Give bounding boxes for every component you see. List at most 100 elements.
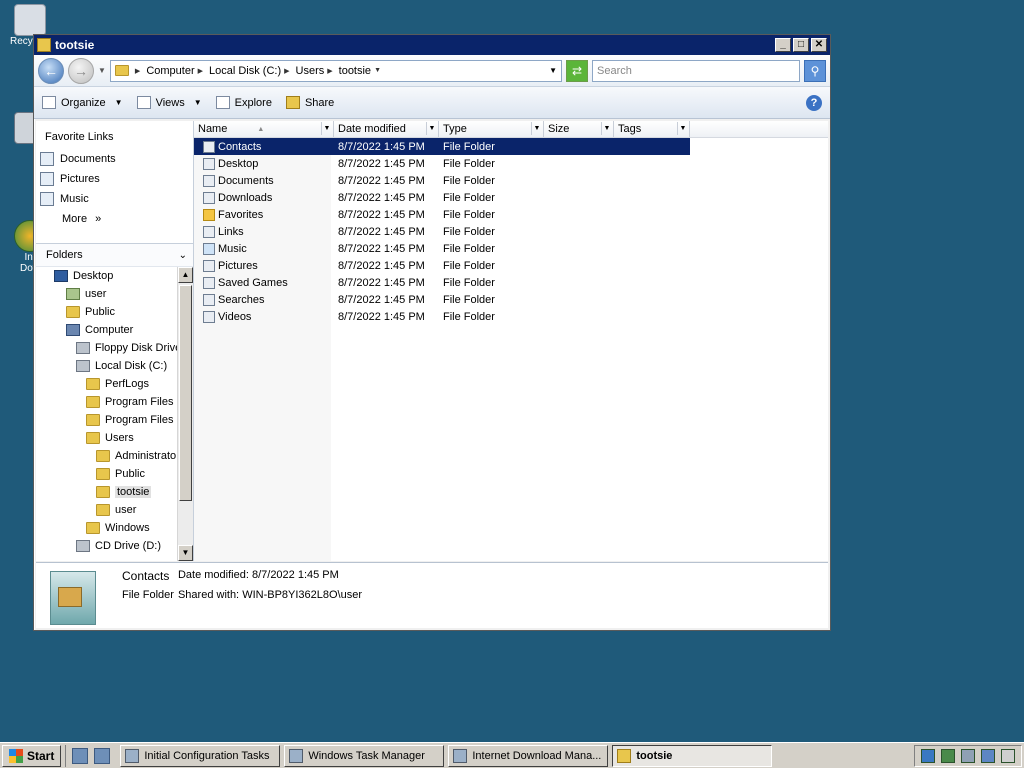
status-icon[interactable] — [941, 748, 955, 763]
tree-node-local-disk[interactable]: Local Disk (C:) — [36, 357, 177, 375]
column-header-name[interactable]: Name ▲ ▼ — [194, 121, 334, 137]
tree-node-users-user[interactable]: user — [36, 501, 177, 519]
file-type: File Folder — [443, 293, 495, 306]
column-header-tags[interactable]: Tags ▼ — [614, 121, 690, 137]
scroll-thumb[interactable] — [179, 285, 192, 501]
column-header-size[interactable]: Size ▼ — [544, 121, 614, 137]
search-input[interactable]: Search — [592, 59, 800, 82]
downloads-folder-icon — [203, 191, 215, 204]
column-filter-dropdown[interactable]: ▼ — [531, 122, 542, 135]
idm-icon — [453, 748, 468, 763]
tree-node-perflogs[interactable]: PerfLogs — [36, 375, 177, 393]
column-header-date-modified[interactable]: Date modified ▼ — [334, 121, 439, 137]
file-row-videos[interactable]: Videos 8/7/2022 1:45 PM File Folder — [194, 308, 828, 325]
file-date: 8/7/2022 1:45 PM — [338, 293, 425, 306]
volume-muted-icon[interactable] — [1001, 748, 1015, 763]
column-filter-dropdown[interactable]: ▼ — [321, 122, 332, 135]
breadcrumb-root-arrow[interactable]: ▶ — [135, 67, 140, 75]
server-manager-icon[interactable] — [72, 747, 89, 764]
address-history-dropdown[interactable]: ▼ — [549, 66, 557, 75]
security-icon[interactable] — [961, 748, 975, 763]
scroll-up-button[interactable]: ▲ — [178, 267, 193, 283]
file-row-pictures[interactable]: Pictures 8/7/2022 1:45 PM File Folder — [194, 257, 828, 274]
column-filter-dropdown[interactable]: ▼ — [677, 122, 688, 135]
sort-ascending-icon: ▲ — [257, 125, 265, 133]
column-header-label: Date modified — [338, 123, 406, 135]
folders-header[interactable]: Folders ⌄ — [36, 243, 193, 267]
explore-icon — [215, 96, 230, 109]
tree-node-cd-drive[interactable]: CD Drive (D:) — [36, 537, 177, 555]
column-headers: Name ▲ ▼ Date modified ▼ Type ▼ Size ▼ T… — [194, 121, 828, 138]
file-date: 8/7/2022 1:45 PM — [338, 276, 425, 289]
tree-node-users[interactable]: Users — [36, 429, 177, 447]
start-label: Start — [27, 748, 55, 763]
start-button[interactable]: Start — [2, 744, 62, 767]
share-button[interactable]: Share — [285, 96, 334, 109]
file-row-saved-games[interactable]: Saved Games 8/7/2022 1:45 PM File Folder — [194, 274, 828, 291]
breadcrumb-computer[interactable]: Computer ▶ — [146, 65, 203, 77]
favorite-link-music[interactable]: Music — [36, 189, 193, 209]
file-row-documents[interactable]: Documents 8/7/2022 1:45 PM File Folder — [194, 172, 828, 189]
taskbar-button-idm[interactable]: Internet Download Mana... — [448, 744, 609, 767]
scroll-down-button[interactable]: ▼ — [178, 545, 193, 561]
breadcrumb-tootsie[interactable]: tootsie ▼ — [339, 65, 381, 77]
favorite-link-pictures[interactable]: Pictures — [36, 169, 193, 189]
network-icon[interactable] — [921, 748, 935, 763]
breadcrumb-users[interactable]: Users ▶ — [296, 65, 333, 77]
tree-node-tootsie[interactable]: tootsie — [36, 483, 177, 501]
file-row-searches[interactable]: Searches 8/7/2022 1:45 PM File Folder — [194, 291, 828, 308]
file-row-favorites[interactable]: Favorites 8/7/2022 1:45 PM File Folder — [194, 206, 828, 223]
back-button[interactable]: ← — [38, 57, 64, 84]
tree-node-desktop[interactable]: Desktop — [36, 267, 177, 285]
views-button[interactable]: Views ▼ — [136, 96, 202, 109]
refresh-button[interactable]: ⇄ — [566, 59, 588, 82]
tree-node-floppy[interactable]: Floppy Disk Drive — [36, 339, 177, 357]
taskbar-button-task-manager[interactable]: Windows Task Manager — [284, 744, 445, 767]
display-icon[interactable] — [981, 748, 995, 763]
tree-node-public[interactable]: Public — [36, 303, 177, 321]
taskbar-button-tootsie[interactable]: tootsie — [612, 744, 773, 767]
file-row-desktop[interactable]: Desktop 8/7/2022 1:45 PM File Folder — [194, 155, 828, 172]
navigation-pane: Favorite Links Documents Pictures Music … — [36, 121, 194, 561]
folder-tree-scrollbar[interactable]: ▲ ▼ — [177, 267, 193, 561]
tree-node-administrator[interactable]: Administrato — [36, 447, 177, 465]
more-links-button[interactable]: More » — [36, 209, 193, 229]
taskbar-button-initial-configuration[interactable]: Initial Configuration Tasks — [120, 744, 281, 767]
explorer-body: Favorite Links Documents Pictures Music … — [36, 121, 828, 561]
favorites-star-icon — [203, 208, 215, 221]
column-header-type[interactable]: Type ▼ — [439, 121, 544, 137]
file-row-contacts[interactable]: Contacts 8/7/2022 1:45 PM File Folder — [194, 138, 690, 155]
file-type: File Folder — [443, 276, 495, 289]
search-button[interactable]: ⚲ — [804, 59, 826, 82]
details-date-label: Date modified: — [177, 569, 249, 581]
show-desktop-icon[interactable] — [94, 747, 111, 764]
close-button[interactable]: ✕ — [811, 38, 827, 52]
tree-node-computer[interactable]: Computer — [36, 321, 177, 339]
column-filter-dropdown[interactable]: ▼ — [601, 122, 612, 135]
tree-node-users-public[interactable]: Public — [36, 465, 177, 483]
tree-node-windows[interactable]: Windows — [36, 519, 177, 537]
tree-node-label: Computer — [85, 324, 134, 336]
organize-icon — [42, 96, 56, 109]
minimize-button[interactable]: _ — [775, 38, 791, 52]
organize-button[interactable]: Organize ▼ — [42, 96, 123, 109]
music-folder-icon — [203, 242, 215, 255]
recent-pages-dropdown[interactable]: ▼ — [98, 66, 106, 75]
breadcrumb-local-disk[interactable]: Local Disk (C:) ▶ — [209, 65, 290, 77]
file-row-downloads[interactable]: Downloads 8/7/2022 1:45 PM File Folder — [194, 189, 828, 206]
tree-node-user[interactable]: user — [36, 285, 177, 303]
tree-node-program-files-x86[interactable]: Program Files ( — [36, 411, 177, 429]
column-filter-dropdown[interactable]: ▼ — [426, 122, 437, 135]
maximize-button[interactable]: □ — [793, 38, 809, 52]
chevron-down-icon: ▼ — [193, 98, 202, 107]
chevron-right-icon: ▶ — [134, 67, 141, 75]
favorite-link-documents[interactable]: Documents — [36, 149, 193, 169]
explore-button[interactable]: Explore — [215, 96, 272, 109]
help-button[interactable]: ? — [806, 94, 822, 111]
address-bar[interactable]: ▶ Computer ▶ Local Disk (C:) ▶ Users ▶ toot… — [109, 59, 562, 82]
title-bar[interactable]: tootsie _ □ ✕ — [34, 35, 830, 55]
file-row-music[interactable]: Music 8/7/2022 1:45 PM File Folder — [194, 240, 828, 257]
tree-node-program-files[interactable]: Program Files — [36, 393, 177, 411]
forward-button[interactable]: → — [68, 57, 94, 84]
file-row-links[interactable]: Links 8/7/2022 1:45 PM File Folder — [194, 223, 828, 240]
